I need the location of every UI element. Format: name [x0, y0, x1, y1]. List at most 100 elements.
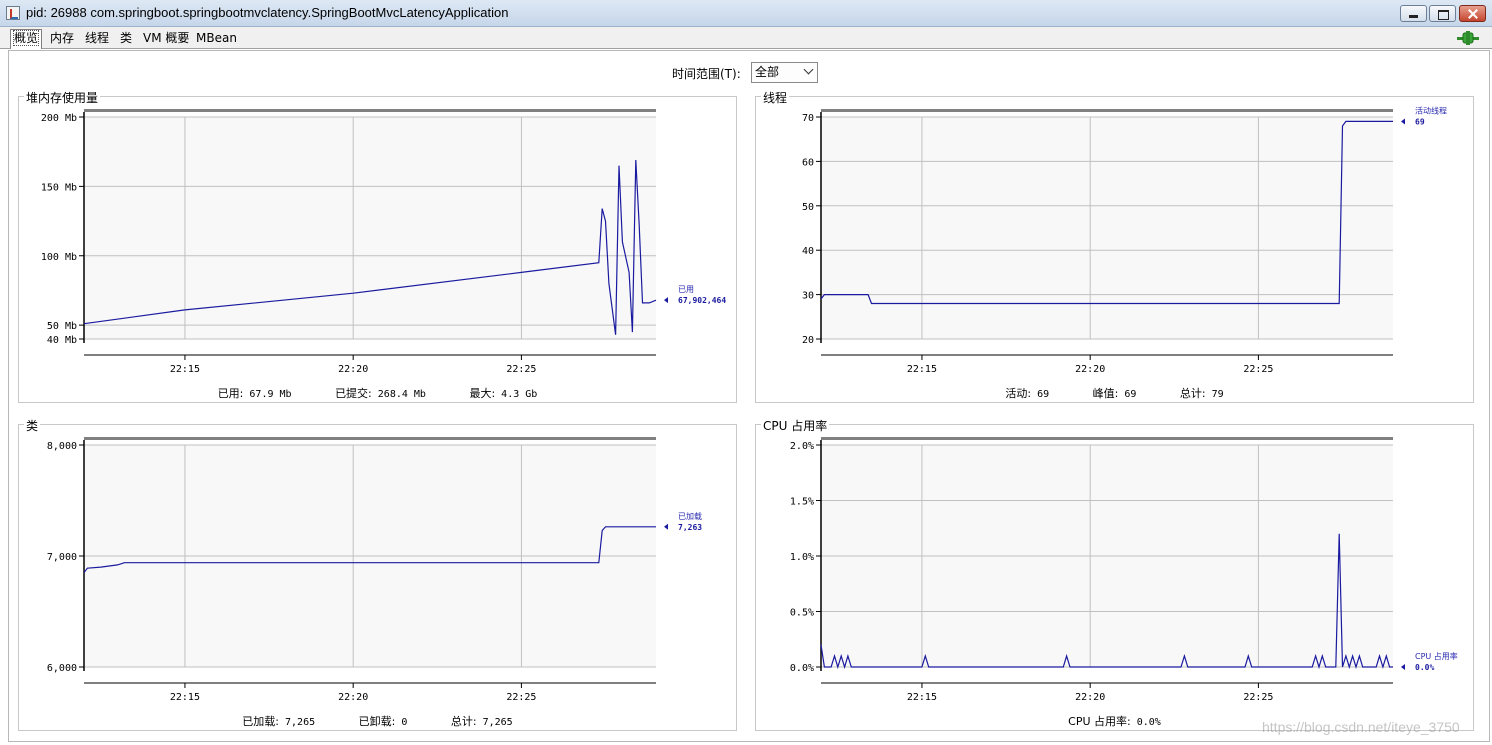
plot-area — [821, 117, 1393, 339]
java-app-icon — [6, 6, 20, 20]
close-button[interactable] — [1459, 5, 1486, 22]
plot-top-border — [821, 109, 1393, 112]
y-tick-label: 60 — [802, 157, 814, 168]
stat-label: 已卸载: — [358, 715, 396, 728]
y-tick-label: 200 Mb — [41, 113, 77, 124]
stat-value: 69 — [1037, 389, 1050, 400]
stat-label: 已提交: — [335, 387, 372, 400]
stat-value: 4.3 Gb — [501, 389, 538, 400]
stat-label: 已用: — [217, 387, 244, 400]
x-tick-label: 22:15 — [170, 364, 200, 375]
y-tick-label: 1.5% — [790, 497, 814, 508]
x-tick-label: 22:20 — [1075, 692, 1105, 703]
legend-name: 已加载 — [678, 511, 702, 521]
stat-unloaded: 已卸载: 0 — [359, 713, 408, 729]
y-tick-label: 8,000 — [47, 441, 77, 452]
plot-area — [84, 117, 656, 339]
legend-arrow-icon — [664, 297, 668, 304]
x-tick-label: 22:20 — [338, 364, 368, 375]
y-tick-label: 1.0% — [790, 552, 814, 563]
tab-vm-summary[interactable]: VM 概要 — [140, 30, 192, 48]
stat-value: 67.9 Mb — [249, 389, 292, 400]
tab-classes[interactable]: 类 — [117, 30, 135, 48]
stat-value: 79 — [1211, 389, 1224, 400]
stat-max: 最大: 4.3 Gb — [469, 385, 537, 401]
maximize-button[interactable] — [1429, 5, 1456, 22]
threads-chart: 20 30 40 50 60 70 22:15 22:20 22:25 活动线程 69 — [802, 105, 1447, 375]
stat-label: 活动: — [1005, 387, 1032, 400]
tab-threads[interactable]: 线程 — [82, 30, 112, 48]
legend-arrow-icon — [1401, 664, 1405, 670]
stat-value: 0 — [401, 717, 408, 728]
x-tick-label: 22:25 — [1243, 364, 1273, 375]
cpu-usage-chart: 0.0% 0.5% 1.0% 1.5% 2.0% 22:15 22:20 22:25 CPU 占… — [790, 437, 1458, 703]
watermark: https://blog.csdn.net/iteye_3750 — [1262, 719, 1460, 735]
stat-total: 总计: 7,265 — [451, 713, 513, 729]
stat-value: 69 — [1124, 389, 1137, 400]
y-tick-label: 50 — [802, 202, 814, 213]
x-tick-label: 22:15 — [907, 692, 937, 703]
y-tick-label: 70 — [802, 113, 814, 124]
stat-cpu: CPU 占用率: 0.0% — [1068, 713, 1161, 729]
minimize-button[interactable] — [1400, 5, 1427, 22]
time-range-label: 时间范围(T): — [672, 67, 741, 81]
y-tick-label: 150 Mb — [41, 182, 77, 193]
tab-memory[interactable]: 内存 — [47, 30, 77, 48]
time-range-select[interactable]: 全部 — [751, 62, 818, 83]
plot-top-border — [84, 109, 656, 112]
x-tick-label: 22:20 — [338, 692, 368, 703]
y-tick-label: 50 Mb — [47, 321, 77, 332]
y-tick-label: 0.5% — [790, 608, 814, 619]
legend-value: 69 — [1415, 117, 1425, 126]
heap-stats: 已用: 67.9 Mb 已提交: 268.4 Mb 最大: 4.3 Gb — [19, 385, 736, 401]
y-tick-label: 30 — [802, 291, 814, 302]
stat-value: 268.4 Mb — [377, 389, 426, 400]
legend-name: 活动线程 — [1415, 105, 1447, 115]
stat-label: 已加载: — [242, 715, 280, 728]
x-tick-label: 22:25 — [506, 364, 536, 375]
stat-live: 活动: 69 — [1005, 385, 1049, 401]
tab-mbean[interactable]: MBean — [193, 30, 240, 48]
stat-label: 总计: — [450, 715, 477, 728]
y-tick-label: 2.0% — [790, 441, 814, 452]
y-tick-label: 7,000 — [47, 552, 77, 563]
x-tick-label: 22:25 — [1243, 692, 1273, 703]
x-tick-label: 22:25 — [506, 692, 536, 703]
stat-total: 总计: 79 — [1180, 385, 1224, 401]
y-tick-label: 40 — [802, 246, 814, 257]
chevron-down-icon — [803, 64, 814, 75]
x-tick-label: 22:15 — [170, 692, 200, 703]
stat-used: 已用: 67.9 Mb — [218, 385, 292, 401]
y-tick-label: 40 Mb — [47, 335, 77, 346]
stat-value: 0.0% — [1136, 717, 1161, 728]
window-title: pid: 26988 com.springboot.springbootmvcl… — [26, 5, 509, 20]
y-tick-label: 6,000 — [47, 663, 77, 674]
stat-peak: 峰值: 69 — [1093, 385, 1137, 401]
classes-panel: 类 6,000 7,000 8,000 22:15 22:20 22:25 已加载 7,263… — [18, 417, 737, 731]
x-tick-label: 22:20 — [1075, 364, 1105, 375]
y-tick-label: 0.0% — [790, 663, 814, 674]
classes-stats: 已加载: 7,265 已卸载: 0 总计: 7,265 — [19, 713, 736, 729]
legend-arrow-icon — [1401, 118, 1405, 125]
stat-loaded: 已加载: 7,265 — [242, 713, 315, 729]
cpu-usage-panel: CPU 占用率 0.0% 0.5% 1.0% 1.5% 2.0% 22:15 22:20 22… — [755, 417, 1474, 731]
stat-label: 最大: — [469, 387, 496, 400]
threads-stats: 活动: 69 峰值: 69 总计: 79 — [756, 385, 1473, 401]
y-tick-label: 100 Mb — [41, 252, 77, 263]
heap-memory-panel: 堆内存使用量 40 Mb 50 Mb 100 Mb 150 Mb 200 Mb 22:15… — [18, 89, 737, 403]
legend-value: 7,263 — [678, 523, 702, 532]
tab-overview-label: 概览 — [12, 30, 40, 46]
tab-overview[interactable]: 概览 — [10, 29, 43, 49]
legend-value: 0.0% — [1415, 663, 1434, 672]
classes-chart: 6,000 7,000 8,000 22:15 22:20 22:25 已加载 7,263 — [47, 437, 702, 703]
stat-label: CPU 占用率: — [1068, 715, 1131, 728]
threads-panel: 线程 20 30 40 50 60 70 22:15 22:20 22:25 活动线程 69 活动:… — [755, 89, 1474, 403]
plot-top-border — [821, 437, 1393, 440]
x-tick-label: 22:15 — [907, 364, 937, 375]
stat-committed: 已提交: 268.4 Mb — [335, 385, 426, 401]
heap-memory-chart: 40 Mb 50 Mb 100 Mb 150 Mb 200 Mb 22:15 22:20 22… — [41, 109, 726, 375]
stat-label: 峰值: — [1092, 387, 1119, 400]
legend-value: 67,902,464 — [678, 296, 726, 305]
tab-bar: 概览 内存 线程 类 VM 概要 MBean — [0, 27, 1492, 49]
legend-name: CPU 占用率 — [1415, 651, 1458, 661]
